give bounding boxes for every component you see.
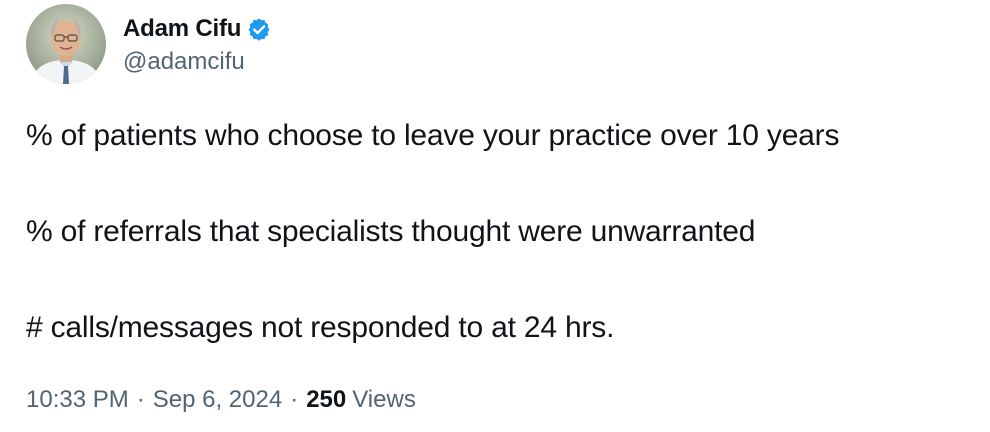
views-label: Views xyxy=(352,386,416,413)
tweet-time[interactable]: 10:33 PM xyxy=(26,386,129,414)
profile-photo-icon xyxy=(26,4,106,84)
verified-badge-icon[interactable] xyxy=(247,17,271,41)
avatar[interactable] xyxy=(26,4,106,84)
tweet-card: Adam Cifu @adamcifu % of patients who ch… xyxy=(0,0,990,432)
tweet-date[interactable]: Sep 6, 2024 xyxy=(153,386,282,414)
tweet-header: Adam Cifu @adamcifu xyxy=(26,2,271,86)
author-handle[interactable]: @adamcifu xyxy=(123,48,271,76)
separator-dot: · xyxy=(136,386,145,413)
tweet-text-line: % of patients who choose to leave your p… xyxy=(26,119,840,152)
tweet-body: % of patients who choose to leave your p… xyxy=(26,112,976,352)
tweet-text-line: # calls/messages not responded to at 24 … xyxy=(26,311,615,344)
views-count[interactable]: 250 xyxy=(306,386,346,414)
separator-dot: · xyxy=(290,386,299,413)
tweet-text-line: % of referrals that specialists thought … xyxy=(26,215,756,248)
author-display-name[interactable]: Adam Cifu xyxy=(123,15,241,43)
tweet-metadata: 10:33 PM · Sep 6, 2024 · 250 Views xyxy=(26,386,416,414)
author-identity: Adam Cifu @adamcifu xyxy=(123,12,271,76)
name-row: Adam Cifu xyxy=(123,12,271,46)
